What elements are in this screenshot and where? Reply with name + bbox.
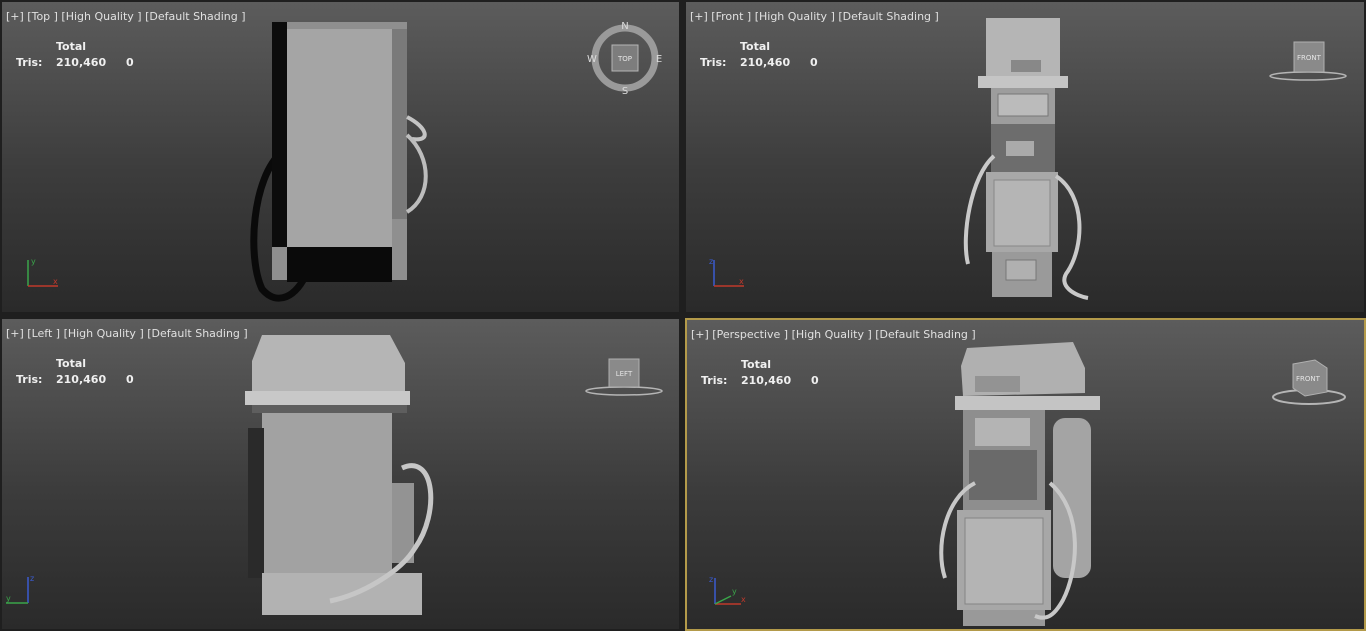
axis-y-label: y bbox=[31, 257, 36, 266]
viewcube[interactable]: LEFT bbox=[584, 355, 669, 399]
stats-total-label: Total bbox=[56, 40, 87, 53]
axis-tripod: z x bbox=[709, 257, 744, 287]
viewcube-compass[interactable]: TOP N S E W bbox=[585, 18, 665, 98]
stats-tris-value: 210,460 bbox=[740, 56, 791, 69]
viewport-label[interactable]: [+] [Top ] [High Quality ] [Default Shad… bbox=[6, 10, 246, 23]
compass-n: N bbox=[621, 21, 628, 32]
model-top-view[interactable] bbox=[242, 17, 442, 302]
viewport-label[interactable]: [+] [Front ] [High Quality ] [Default Sh… bbox=[690, 10, 939, 23]
viewport-label[interactable]: [+] [Perspective ] [High Quality ] [Defa… bbox=[691, 328, 976, 341]
viewcube-face-label: FRONT bbox=[1296, 375, 1321, 383]
stats-tris-selected: 0 bbox=[810, 56, 818, 69]
viewport-perspective[interactable]: [+] [Perspective ] [High Quality ] [Defa… bbox=[685, 318, 1366, 631]
stats-total-label: Total bbox=[740, 40, 771, 53]
viewport-front[interactable]: [+] [Front ] [High Quality ] [Default Sh… bbox=[686, 2, 1364, 312]
stats-total-label: Total bbox=[56, 357, 87, 370]
axis-tripod: z x y bbox=[709, 575, 746, 605]
stats-tris-label: Tris: bbox=[16, 373, 43, 386]
axis-tripod: y x bbox=[27, 257, 58, 287]
viewcube[interactable]: FRONT bbox=[1267, 354, 1352, 409]
stats-tris-value: 210,460 bbox=[56, 56, 107, 69]
axis-tripod: z y bbox=[6, 574, 34, 604]
viewport-label[interactable]: [+] [Left ] [High Quality ] [Default Sha… bbox=[6, 327, 248, 340]
compass-s: S bbox=[622, 86, 628, 97]
viewcube-face-label: FRONT bbox=[1297, 54, 1322, 62]
axis-x-label: x bbox=[741, 595, 746, 604]
axis-z-label: z bbox=[709, 257, 713, 266]
stats-tris-value: 210,460 bbox=[56, 373, 107, 386]
stats-tris-label: Tris: bbox=[700, 56, 727, 69]
stats-total-label: Total bbox=[741, 358, 772, 371]
axis-y-label: y bbox=[732, 587, 737, 596]
axis-x-label: x bbox=[53, 277, 58, 286]
stats-tris-selected: 0 bbox=[811, 374, 819, 387]
stats-tris-value: 210,460 bbox=[741, 374, 792, 387]
model-perspective-view[interactable] bbox=[935, 338, 1115, 628]
stats-tris-label: Tris: bbox=[16, 56, 43, 69]
axis-z-label: z bbox=[30, 574, 34, 583]
viewcube-face-label: TOP bbox=[617, 55, 632, 63]
viewport-top[interactable]: [+] [Top ] [High Quality ] [Default Shad… bbox=[2, 2, 679, 312]
model-left-view[interactable] bbox=[240, 333, 450, 618]
viewcube-face-label: LEFT bbox=[616, 370, 633, 378]
compass-e: E bbox=[656, 54, 662, 65]
axis-x-label: x bbox=[739, 277, 744, 286]
stats-tris-selected: 0 bbox=[126, 373, 134, 386]
stats-tris-selected: 0 bbox=[126, 56, 134, 69]
compass-w: W bbox=[587, 54, 597, 65]
model-front-view[interactable] bbox=[956, 16, 1096, 301]
axis-y-label: y bbox=[6, 594, 11, 603]
viewcube[interactable]: FRONT bbox=[1266, 38, 1351, 82]
stats-tris-label: Tris: bbox=[701, 374, 728, 387]
axis-z-label: z bbox=[709, 575, 713, 584]
viewport-left[interactable]: [+] [Left ] [High Quality ] [Default Sha… bbox=[2, 319, 679, 629]
